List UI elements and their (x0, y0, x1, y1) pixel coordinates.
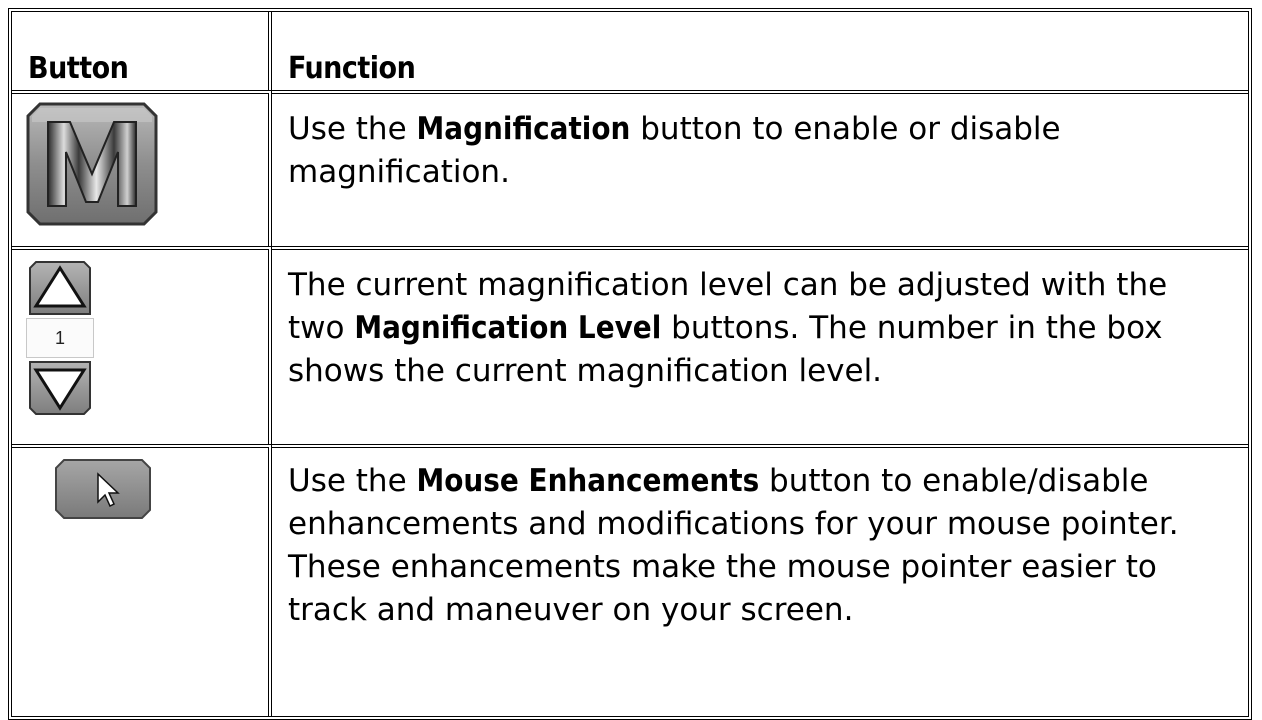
bold-term: Magnification (416, 111, 631, 147)
button-cell: 1 (12, 246, 272, 444)
function-description: Use the Magnification button to enable o… (272, 90, 1248, 246)
button-function-table: Button Function Use the Magnification bu… (8, 8, 1252, 720)
header-button: Button (12, 12, 272, 90)
magnification-level-stepper[interactable]: 1 (26, 260, 94, 420)
level-down-icon[interactable] (28, 360, 92, 416)
level-value: 1 (26, 318, 94, 358)
magnification-m-icon[interactable] (26, 102, 158, 226)
header-function-label: Function (288, 51, 416, 86)
function-description: The current magnification level can be a… (272, 246, 1248, 444)
table-header-row: Button Function (12, 12, 1248, 90)
button-cell (12, 444, 272, 716)
table-row: 1 The current magnification level can be… (12, 246, 1248, 444)
bold-term: Magnification Level (354, 310, 662, 346)
table-row: Use the Magnification button to enable o… (12, 90, 1248, 246)
header-function: Function (272, 12, 1248, 90)
header-button-label: Button (28, 51, 129, 86)
level-up-icon[interactable] (28, 260, 92, 316)
button-cell (12, 90, 272, 246)
mouse-pointer-icon[interactable] (54, 458, 152, 520)
bold-term: Mouse Enhancements (416, 463, 760, 499)
function-description: Use the Mouse Enhancements button to ena… (272, 444, 1248, 716)
table-row: Use the Mouse Enhancements button to ena… (12, 444, 1248, 716)
